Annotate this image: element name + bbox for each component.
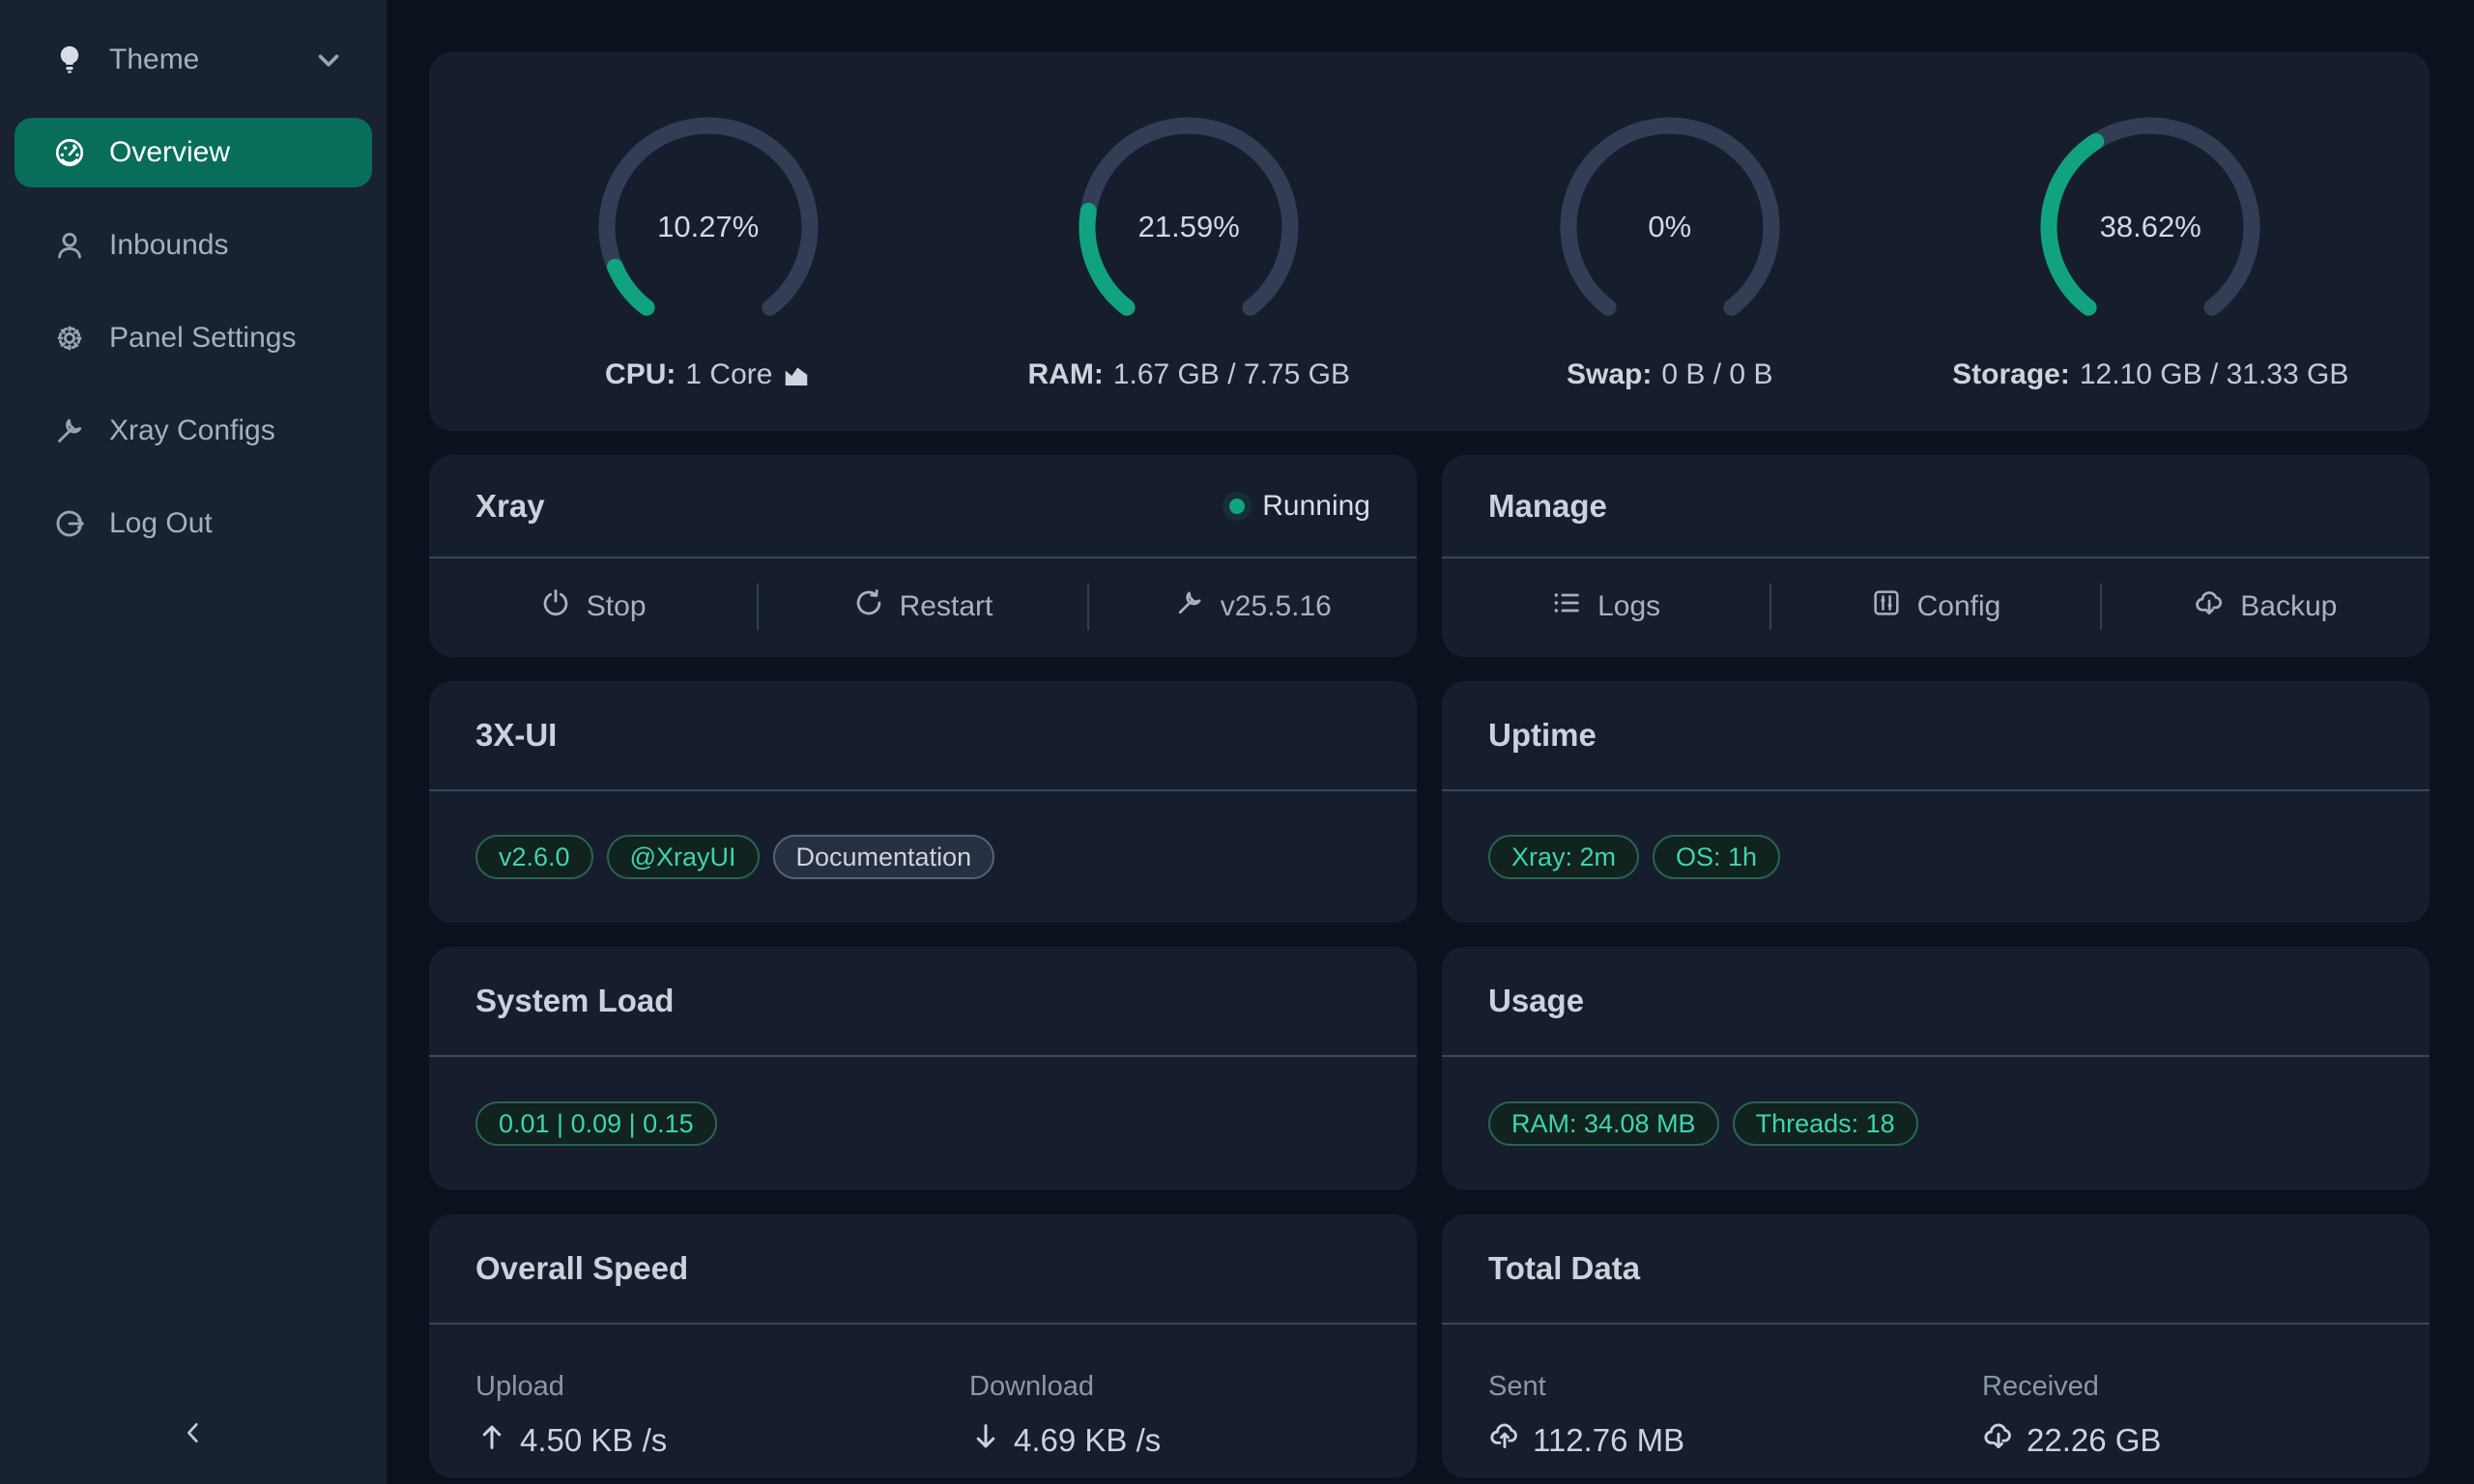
manage-card: Manage Logs Config (1442, 455, 2430, 657)
telegram-link-tag[interactable]: @XrayUI (607, 835, 760, 879)
download-stat: Download 4.69 KB /s (923, 1371, 1417, 1478)
config-button[interactable]: Config (1771, 558, 2099, 655)
main-content: 10.27% CPU: 1 Core 21.59% RAM: 1.67 GB (387, 0, 2474, 1484)
storage-percent: 38.62% (2025, 101, 2276, 353)
received-stat: Received 22.26 GB (1936, 1371, 2430, 1478)
os-uptime-tag: OS: 1h (1653, 835, 1780, 879)
area-chart-icon[interactable] (782, 360, 811, 389)
power-icon (540, 587, 571, 626)
xray-card: Xray Running Stop (429, 455, 1417, 657)
system-load-card: System Load 0.01 | 0.09 | 0.15 (429, 947, 1417, 1190)
swap-gauge: 0% Swap: 0 B / 0 B (1429, 101, 1911, 391)
user-icon (53, 229, 86, 262)
card-title: System Load (475, 983, 674, 1019)
card-title: Overall Speed (475, 1250, 688, 1287)
wrench-icon (1174, 587, 1205, 626)
xray-status-badge: Running (1229, 490, 1370, 523)
uptime-card: Uptime Xray: 2m OS: 1h (1442, 681, 2430, 923)
logs-button[interactable]: Logs (1442, 558, 1769, 655)
sidebar-item-label: Overview (109, 136, 345, 169)
cloud-upload-icon (1488, 1420, 1521, 1461)
xray-version-button[interactable]: v25.5.16 (1089, 558, 1417, 655)
system-metrics-card: 10.27% CPU: 1 Core 21.59% RAM: 1.67 GB (429, 52, 2430, 431)
sidebar-item-inbounds[interactable]: Inbounds (14, 211, 372, 280)
ram-gauge: 21.59% RAM: 1.67 GB / 7.75 GB (949, 101, 1430, 391)
storage-label: Storage: 12.10 GB / 31.33 GB (1952, 358, 2348, 391)
cloud-download-icon (1982, 1420, 2015, 1461)
backup-button[interactable]: Backup (2102, 558, 2430, 655)
cpu-percent: 10.27% (583, 101, 834, 353)
upload-stat: Upload 4.50 KB /s (429, 1371, 923, 1478)
cpu-gauge: 10.27% CPU: 1 Core (468, 101, 949, 391)
sidebar-item-overview[interactable]: Overview (14, 118, 372, 187)
arrow-down-icon (969, 1420, 1002, 1461)
sidebar-item-xray-configs[interactable]: Xray Configs (14, 396, 372, 466)
dashboard-icon (53, 136, 86, 169)
sidebar-item-panel-settings[interactable]: Panel Settings (14, 303, 372, 373)
running-dot-icon (1229, 499, 1245, 514)
version-tag: v2.6.0 (475, 835, 593, 879)
chevron-left-icon (178, 1417, 209, 1451)
swap-percent: 0% (1544, 101, 1796, 353)
logout-icon (53, 507, 86, 540)
sidebar-item-label: Panel Settings (109, 322, 345, 355)
list-icon (1551, 587, 1582, 626)
sent-stat: Sent 112.76 MB (1442, 1371, 1936, 1478)
usage-card: Usage RAM: 34.08 MB Threads: 18 (1442, 947, 2430, 1190)
sidebar-collapse-button[interactable] (0, 1407, 387, 1461)
manage-actions: Logs Config Backup (1442, 558, 2430, 655)
card-title: Uptime (1488, 717, 1597, 754)
card-title: Xray (475, 488, 545, 525)
restart-button[interactable]: Restart (759, 558, 1086, 655)
sidebar-item-label: Xray Configs (109, 414, 345, 447)
xray-uptime-tag: Xray: 2m (1488, 835, 1639, 879)
restart-icon (853, 587, 884, 626)
cpu-label: CPU: 1 Core (605, 358, 811, 391)
card-title: 3X-UI (475, 717, 557, 754)
overall-speed-card: Overall Speed Upload 4.50 KB /s Download (429, 1214, 1417, 1478)
sidebar-item-label: Theme (109, 43, 289, 76)
sliders-icon (1871, 587, 1902, 626)
card-title: Manage (1488, 488, 1607, 525)
bulb-icon (53, 43, 86, 76)
cloud-download-icon (2194, 587, 2225, 626)
swap-label: Swap: 0 B / 0 B (1567, 358, 1772, 391)
card-title: Total Data (1488, 1250, 1640, 1287)
sidebar-item-label: Inbounds (109, 229, 345, 262)
card-title: Usage (1488, 983, 1584, 1019)
gear-icon (53, 322, 86, 355)
ram-usage-tag: RAM: 34.08 MB (1488, 1101, 1719, 1146)
stop-button[interactable]: Stop (429, 558, 757, 655)
load-average-tag: 0.01 | 0.09 | 0.15 (475, 1101, 717, 1146)
xray-actions: Stop Restart v25.5.16 (429, 558, 1417, 655)
threads-tag: Threads: 18 (1733, 1101, 1918, 1146)
sidebar-item-log-out[interactable]: Log Out (14, 489, 372, 558)
storage-gauge: 38.62% Storage: 12.10 GB / 31.33 GB (1911, 101, 2392, 391)
arrow-up-icon (475, 1420, 508, 1461)
sidebar-item-theme[interactable]: Theme (14, 25, 372, 95)
wrench-icon (53, 414, 86, 447)
ram-percent: 21.59% (1063, 101, 1314, 353)
xui-card: 3X-UI v2.6.0 @XrayUI Documentation (429, 681, 1417, 923)
chevron-down-icon (312, 43, 345, 76)
total-data-card: Total Data Sent 112.76 MB Received (1442, 1214, 2430, 1478)
sidebar: Theme Overview Inbounds (0, 0, 387, 1484)
sidebar-item-label: Log Out (109, 507, 345, 540)
sidebar-nav: Theme Overview Inbounds (0, 25, 387, 582)
documentation-link-tag[interactable]: Documentation (773, 835, 995, 879)
ram-label: RAM: 1.67 GB / 7.75 GB (1028, 358, 1350, 391)
